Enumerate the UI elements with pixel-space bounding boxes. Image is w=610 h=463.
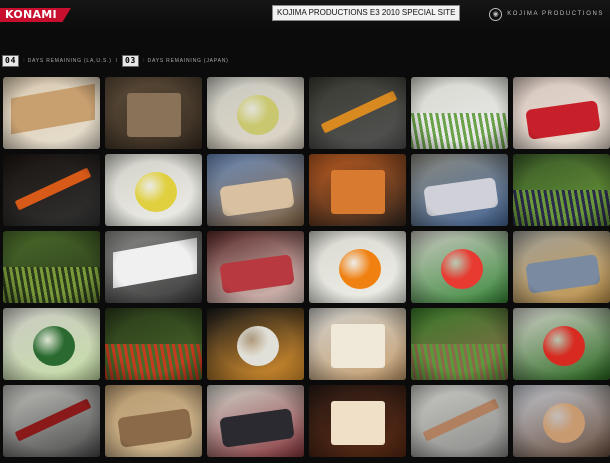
countdown: 04 : DAYS REMAINING (LA,U.S.) / 03 : DAY… [2,54,229,67]
thumbnail-subject [219,254,295,294]
thumbnail-subject [14,398,92,442]
thumbnail-subject [219,408,295,448]
tuna-head-tile[interactable] [207,385,304,457]
jp-days-label: : DAYS REMAINING (JAPAN) [143,57,229,64]
thumbnail-subject [3,267,100,303]
lumberjack-tile[interactable] [105,308,202,380]
thumbnail-subject [113,237,197,289]
wooden-drawer-tile[interactable] [105,77,202,149]
pliers-tile[interactable] [3,154,100,226]
thumbnail-subject [339,249,381,289]
tomato-tile[interactable] [513,308,610,380]
fox-icon: ◉ [489,7,503,21]
thumbnail-subject [127,93,181,137]
us-days-counter: 04 [2,54,20,67]
thumbnail-subject [411,113,508,149]
melon-tile[interactable] [207,77,304,149]
thumbnail-subject [320,90,398,134]
thumbnail-subject [33,326,75,366]
studio-name: KOJIMA PRODUCTIONS [507,11,604,17]
lemon-tile[interactable] [105,154,202,226]
konami-logo[interactable]: KONAMI [0,8,71,22]
thumbnail-subject [422,398,500,442]
thumbnail-subject [411,344,508,380]
can-opener-tile[interactable] [3,385,100,457]
paper-cut-tile[interactable] [105,231,202,303]
top-bar: KONAMI KOJIMA PRODUCTIONS E3 2010 SPECIA… [0,0,610,34]
green-sprouts-tile[interactable] [411,77,508,149]
kojima-productions-logo[interactable]: ◉ KOJIMA PRODUCTIONS [489,7,604,21]
thumbnail-subject [135,172,177,212]
thumbnail-subject [543,326,585,366]
wood-plank-tile[interactable] [105,385,202,457]
chainsaw-tile[interactable] [309,77,406,149]
bamboo-forest-tile[interactable] [3,231,100,303]
red-tuna-tile[interactable] [513,77,610,149]
cut-bread-tile[interactable] [3,77,100,149]
us-days-label: : DAYS REMAINING (LA,U.S.) [23,57,112,64]
thumbnail-subject [117,408,193,448]
video-grid [3,77,610,463]
fish-cleaning-tile[interactable] [411,154,508,226]
band-saw-tile[interactable] [309,154,406,226]
thumbnail-subject [237,326,279,366]
site-title: KOJIMA PRODUCTIONS E3 2010 SPECIAL SITE [272,5,461,21]
thumbnail-subject [11,83,95,135]
thumbnail-subject [423,177,499,217]
salmon-board-tile[interactable] [513,231,610,303]
hand-knife-tile[interactable] [411,385,508,457]
thumbnail-subject [331,170,385,214]
thumbnail-subject [219,177,295,217]
thumbnail-subject [14,167,92,211]
bread-loaf-tile[interactable] [309,308,406,380]
thumbnail-subject [525,100,601,140]
raw-beef-tile[interactable] [207,231,304,303]
thumbnail-subject [105,344,202,380]
lawn-tile[interactable] [411,308,508,380]
thumbnail-subject [513,190,610,226]
thumbnail-subject [441,249,483,289]
thumbnail-subject [525,254,601,294]
jp-days-counter: 03 [121,54,140,67]
cucumber-tile[interactable] [3,308,100,380]
thumbnail-subject [331,324,385,368]
cake-tile[interactable] [309,385,406,457]
grape-vines-tile[interactable] [513,154,610,226]
thumbnail-subject [543,403,585,443]
thumbnail-subject [331,401,385,445]
countdown-separator: / [115,57,118,64]
thumbnail-subject [237,95,279,135]
haircut-tile[interactable] [513,385,610,457]
watermelon-tile[interactable] [411,231,508,303]
knife-diagram-tile[interactable] [207,308,304,380]
chicken-carving-tile[interactable] [207,154,304,226]
orange-tile[interactable] [309,231,406,303]
